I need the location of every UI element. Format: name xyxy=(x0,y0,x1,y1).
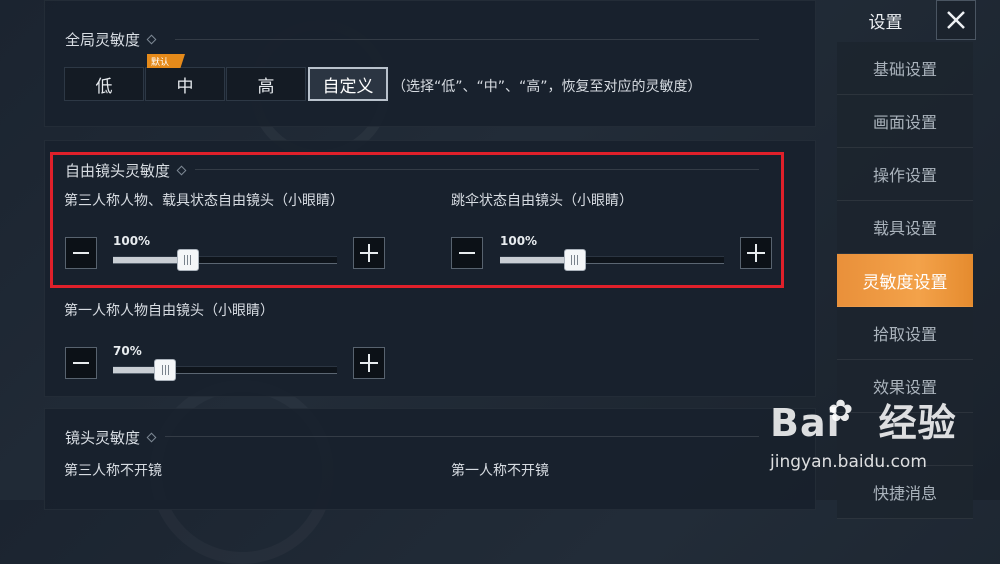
slider-thumb[interactable] xyxy=(154,359,177,381)
slider-value: 70% xyxy=(113,344,142,358)
section-title-text: 全局灵敏度 xyxy=(65,31,141,49)
close-button[interactable] xyxy=(936,0,976,40)
default-badge: 默认 xyxy=(147,54,185,68)
plus-icon xyxy=(360,354,378,372)
camera-sensitivity-panel: 镜头灵敏度 xyxy=(44,408,816,510)
plus-icon xyxy=(360,244,378,262)
option-medium-button[interactable]: 中 xyxy=(145,67,225,101)
section-title-text: 自由镜头灵敏度 xyxy=(65,162,171,180)
close-icon xyxy=(947,11,965,29)
third-person-sensitivity-slider[interactable] xyxy=(113,249,337,271)
section-title-free-camera: 自由镜头灵敏度 xyxy=(65,160,187,181)
option-high-button[interactable]: 高 xyxy=(226,67,306,101)
menu-item-pickup[interactable]: 拾取设置 xyxy=(837,307,973,360)
third-person-free-camera-label: 第三人称人物、载具状态自由镜头（小眼睛） xyxy=(64,193,344,209)
section-title-camera: 镜头灵敏度 xyxy=(65,427,157,448)
section-title-global: 全局灵敏度 xyxy=(65,29,157,50)
first-person-sensitivity-slider[interactable] xyxy=(113,359,337,381)
slider-value: 100% xyxy=(500,234,538,248)
divider xyxy=(175,39,759,40)
divider xyxy=(195,169,759,170)
decrease-button[interactable] xyxy=(451,237,483,269)
diamond-icon xyxy=(176,165,187,176)
menu-item-basic[interactable]: 基础设置 xyxy=(837,42,973,95)
baidu-watermark: Bai 经验 ✿ jingyan.baidu.com xyxy=(770,392,980,492)
section-title-text: 镜头灵敏度 xyxy=(65,429,141,447)
parachute-sensitivity-slider[interactable] xyxy=(500,249,724,271)
plus-icon xyxy=(747,244,765,262)
diamond-icon xyxy=(146,432,157,443)
minus-icon xyxy=(73,252,89,254)
increase-button[interactable] xyxy=(740,237,772,269)
baidu-logo: Bai 经验 xyxy=(770,401,957,445)
menu-item-graphics[interactable]: 画面设置 xyxy=(837,95,973,148)
menu-item-controls[interactable]: 操作设置 xyxy=(837,148,973,201)
option-hint-text: （选择“低”、“中”、“高”，恢复至对应的灵敏度） xyxy=(392,79,702,95)
option-custom-button[interactable]: 自定义 xyxy=(308,67,388,101)
first-person-free-camera-label: 第一人称人物自由镜头（小眼睛） xyxy=(64,303,274,319)
paw-icon: ✿ xyxy=(828,394,854,429)
third-person-no-scope-label: 第三人称不开镜 xyxy=(64,463,162,479)
decrease-button[interactable] xyxy=(65,347,97,379)
settings-title: 设置 xyxy=(868,12,903,33)
minus-icon xyxy=(459,252,475,254)
increase-button[interactable] xyxy=(353,237,385,269)
option-low-button[interactable]: 低 xyxy=(64,67,144,101)
increase-button[interactable] xyxy=(353,347,385,379)
slider-value: 100% xyxy=(113,234,151,248)
watermark-url: jingyan.baidu.com xyxy=(770,452,927,472)
minus-icon xyxy=(73,362,89,364)
menu-item-vehicle[interactable]: 载具设置 xyxy=(837,201,973,254)
parachute-free-camera-label: 跳伞状态自由镜头（小眼睛） xyxy=(451,193,633,209)
slider-thumb[interactable] xyxy=(176,249,199,271)
slider-thumb[interactable] xyxy=(563,249,586,271)
divider xyxy=(165,436,759,437)
menu-item-sensitivity[interactable]: 灵敏度设置 xyxy=(837,254,973,307)
first-person-no-scope-label: 第一人称不开镜 xyxy=(451,463,549,479)
diamond-icon xyxy=(146,34,157,45)
decrease-button[interactable] xyxy=(65,237,97,269)
